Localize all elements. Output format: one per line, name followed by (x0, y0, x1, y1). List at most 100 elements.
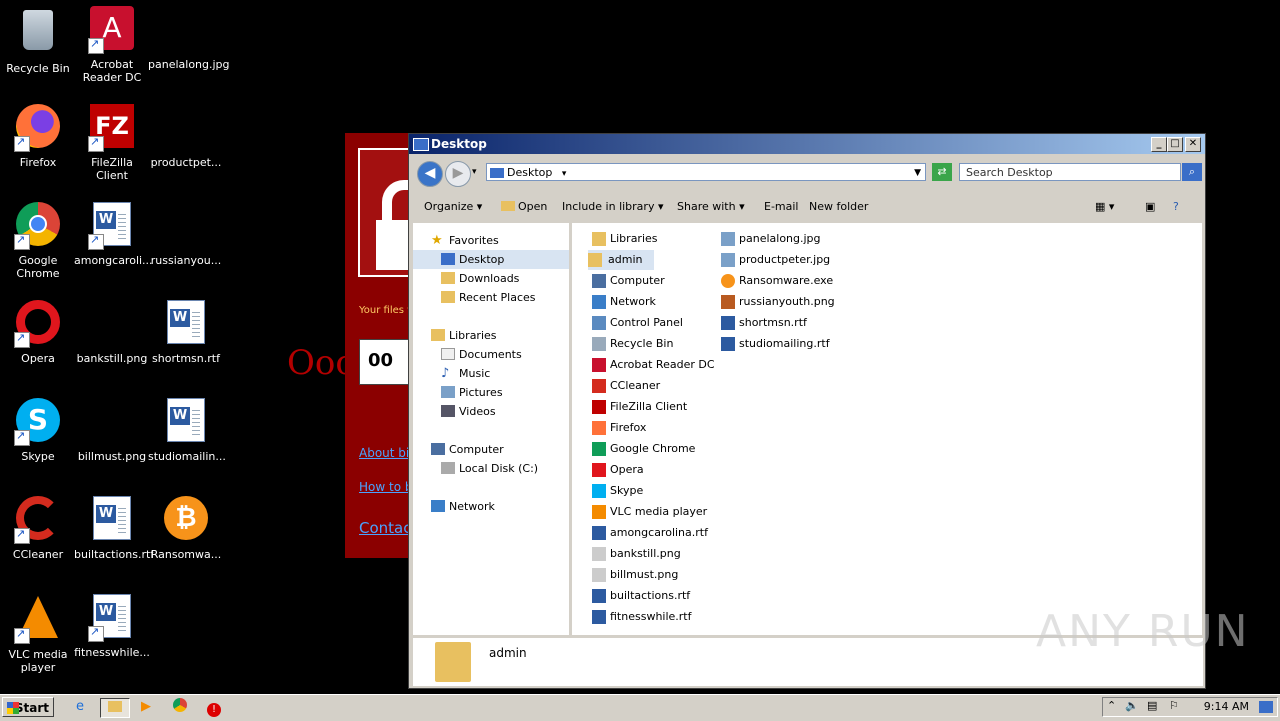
file-item[interactable]: amongcarolina.rtf (592, 523, 708, 543)
file-item[interactable]: Firefox (592, 418, 646, 438)
help-icon[interactable]: ? (1173, 192, 1179, 222)
desktop-icon-ransomware[interactable]: ₿ Ransomwa... (148, 496, 224, 561)
title-bar[interactable]: Desktop _ □ ✕ (409, 134, 1205, 154)
desktop-icon-panelalong[interactable]: panelalong.jpg (148, 6, 230, 71)
file-item[interactable]: Network (592, 292, 656, 312)
file-item[interactable]: fitnesswhile.rtf (592, 607, 692, 627)
nav-recent-places[interactable]: Recent Places (413, 288, 569, 307)
network-tray-icon[interactable]: ▤ (1147, 699, 1157, 712)
about-bitcoin-link[interactable]: About bit (359, 446, 414, 460)
refresh-button[interactable]: ⇄ (932, 163, 952, 181)
nav-libraries[interactable]: Libraries (413, 326, 569, 345)
star-icon: ★ (431, 233, 443, 248)
address-dropdown-icon[interactable]: ▼ (914, 164, 921, 182)
timer-value: 00 (368, 350, 394, 371)
nav-network[interactable]: Network (413, 497, 569, 516)
new-folder-button[interactable]: New folder (809, 192, 868, 222)
nav-downloads[interactable]: Downloads (413, 269, 569, 288)
forward-button[interactable]: ▶ (445, 161, 471, 187)
file-item[interactable]: Google Chrome (592, 439, 695, 459)
word-document-icon: W (88, 594, 136, 642)
file-item[interactable]: VLC media player (592, 502, 707, 522)
nav-computer[interactable]: Computer (413, 440, 569, 459)
nav-documents[interactable]: Documents (413, 345, 569, 364)
address-bar[interactable]: Desktop ▾ ▼ (486, 163, 926, 181)
preview-pane-icon[interactable]: ▣ (1145, 192, 1155, 222)
file-item[interactable]: Ransomware.exe (721, 271, 833, 291)
file-item[interactable]: bankstill.png (592, 544, 681, 564)
file-item[interactable]: FileZilla Client (592, 397, 687, 417)
email-button[interactable]: E-mail (764, 192, 799, 222)
desktop-icon-productpeter[interactable]: productpet... (148, 104, 224, 169)
include-in-library-button[interactable]: Include in library ▾ (562, 192, 663, 222)
internet-explorer-icon[interactable]: e (70, 698, 90, 716)
nav-videos[interactable]: Videos (413, 402, 569, 421)
file-name: builtactions.rtf (610, 589, 691, 602)
desktop-icon-acrobat[interactable]: A Acrobat Reader DC (74, 6, 150, 84)
file-item[interactable]: CCleaner (592, 376, 660, 396)
file-name: billmust.png (610, 568, 679, 581)
desktop-icon-vlc[interactable]: VLC media player (0, 594, 76, 674)
file-item[interactable]: russianyouth.png (721, 292, 835, 312)
how-to-buy-link[interactable]: How to b (359, 480, 412, 494)
contact-link[interactable]: Contac (359, 519, 411, 537)
file-item[interactable]: panelalong.jpg (721, 229, 821, 249)
file-item[interactable]: builtactions.rtf (592, 586, 690, 606)
desktop-icon-builtactions[interactable]: W builtactions.rtf (74, 496, 154, 561)
view-options-icon[interactable]: ▦ ▾ (1095, 192, 1114, 222)
show-desktop-button[interactable] (1259, 701, 1273, 713)
file-item[interactable]: shortmsn.rtf (721, 313, 807, 333)
action-center-flag-icon[interactable]: ⚐ (1169, 699, 1179, 712)
file-item[interactable]: Libraries (592, 229, 658, 249)
file-item[interactable]: admin (588, 250, 655, 270)
file-item[interactable]: Acrobat Reader DC (592, 355, 715, 375)
file-item[interactable]: studiomailing.rtf (721, 334, 830, 354)
desktop-icon-chrome[interactable]: Google Chrome (0, 202, 76, 280)
desktop-icon-studiomailing[interactable]: W studiomailin... (148, 398, 226, 463)
share-with-button[interactable]: Share with ▾ (677, 192, 745, 222)
file-item[interactable]: Recycle Bin (592, 334, 673, 354)
back-button[interactable]: ◀ (417, 161, 443, 187)
desktop-icon-bankstill[interactable]: bankstill.png (74, 300, 150, 365)
file-item[interactable]: productpeter.jpg (721, 250, 830, 270)
nav-local-disk[interactable]: Local Disk (C:) (413, 459, 569, 478)
volume-icon[interactable]: 🔈 (1125, 699, 1139, 712)
chrome-taskbar-icon[interactable] (170, 698, 190, 716)
minimize-button[interactable]: _ (1151, 137, 1167, 152)
desktop-icon-filezilla[interactable]: FZ FileZilla Client (74, 104, 150, 182)
desktop-icon-opera[interactable]: Opera (0, 300, 76, 365)
desktop-icon-billmust[interactable]: billmust.png (74, 398, 150, 463)
desktop-icon-amongcarolina[interactable]: W amongcaroli... (74, 202, 153, 267)
desktop-icon-ccleaner[interactable]: CCleaner (0, 496, 76, 561)
nav-pictures[interactable]: Pictures (413, 383, 569, 402)
search-input[interactable]: Search Desktop (959, 163, 1181, 181)
file-item[interactable]: Computer (592, 271, 665, 291)
ransomware-taskbar-icon[interactable]: ! (204, 698, 224, 717)
desktop-icon-shortmsn[interactable]: W shortmsn.rtf (148, 300, 224, 365)
open-button[interactable]: Open (501, 192, 547, 222)
clock[interactable]: 9:14 AM (1204, 698, 1249, 716)
organize-button[interactable]: Organize ▾ (424, 192, 482, 222)
desktop-icon-russianyouth[interactable]: russianyou... (148, 202, 224, 267)
file-item[interactable]: billmust.png (592, 565, 678, 585)
start-button[interactable]: Start (2, 697, 54, 717)
nav-desktop[interactable]: Desktop (413, 250, 569, 269)
search-icon[interactable]: ⌕ (1182, 163, 1202, 181)
file-item[interactable]: Skype (592, 481, 643, 501)
desktop-icon-fitnesswhile[interactable]: W fitnesswhile... (74, 594, 150, 659)
file-item[interactable]: Opera (592, 460, 644, 480)
nav-favorites[interactable]: ★ Favorites (413, 231, 569, 250)
desktop-icon-recycle-bin[interactable]: Recycle Bin (0, 6, 76, 75)
close-button[interactable]: ✕ (1185, 137, 1201, 152)
maximize-button[interactable]: □ (1167, 137, 1183, 152)
file-item[interactable]: Control Panel (592, 313, 683, 333)
nav-music[interactable]: ♪ Music (413, 364, 569, 383)
media-player-icon[interactable]: ▶ (136, 698, 156, 716)
desktop-icon-skype[interactable]: S Skype (0, 398, 76, 463)
show-hidden-icons[interactable]: ⌃ (1107, 699, 1116, 712)
explorer-taskbar-button[interactable] (100, 698, 130, 718)
desktop-icon-firefox[interactable]: Firefox (0, 104, 76, 169)
recent-pages-icon[interactable]: ▾ (472, 167, 477, 177)
file-name: amongcarolina.rtf (610, 526, 708, 539)
chevron-down-icon[interactable]: ▾ (562, 169, 567, 179)
